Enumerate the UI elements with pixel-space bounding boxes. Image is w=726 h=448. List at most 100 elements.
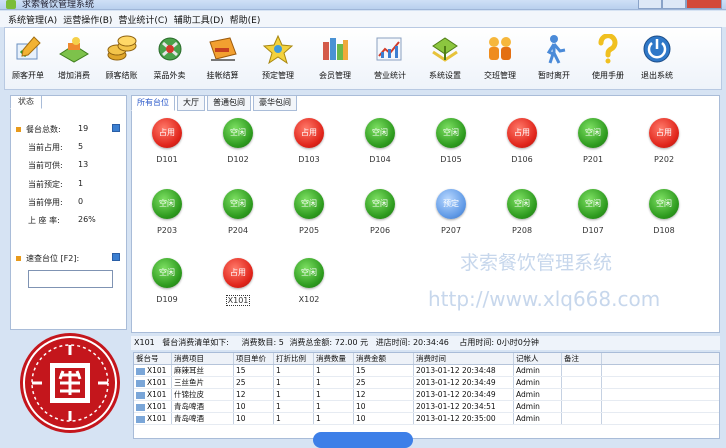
- table-p208[interactable]: 空闲 P208: [496, 189, 548, 236]
- tab-standard-room[interactable]: 普通包间: [207, 95, 251, 111]
- grid-header-cell[interactable]: 打折比例: [274, 353, 314, 364]
- table-p202[interactable]: 占用 P202: [638, 118, 690, 165]
- table-status-circle[interactable]: 占用: [649, 118, 679, 148]
- grid-header-cell[interactable]: 记帐人: [514, 353, 562, 364]
- table-status-circle[interactable]: 占用: [507, 118, 537, 148]
- menu-operations[interactable]: 运营操作(B): [63, 13, 112, 26]
- table-status-circle[interactable]: 占用: [223, 258, 253, 288]
- table-row[interactable]: X101 三丝鱼片 25 1 1 25 2013-01-12 20:34:49 Admin: [134, 377, 719, 389]
- close-button[interactable]: [686, 0, 722, 9]
- checkout-button[interactable]: 顾客结账: [99, 28, 144, 90]
- table-status-circle[interactable]: 空闲: [578, 189, 608, 219]
- table-status-circle[interactable]: 空闲: [223, 189, 253, 219]
- menu-system[interactable]: 系统管理(A): [8, 13, 57, 26]
- menu-statistics[interactable]: 营业统计(C): [118, 13, 167, 26]
- minimize-button[interactable]: [638, 0, 662, 9]
- table-x102[interactable]: 空闲 X102: [283, 258, 335, 305]
- table-name-label: P207: [440, 226, 462, 235]
- table-p205[interactable]: 空闲 P205: [283, 189, 335, 236]
- tab-hall[interactable]: 大厅: [177, 95, 205, 111]
- grid-cell-text: X101: [147, 402, 167, 411]
- row-icon: [136, 367, 145, 375]
- table-d102[interactable]: 空闲 D102: [212, 118, 264, 165]
- add-consumption-button[interactable]: 增加消费: [49, 28, 99, 90]
- grid-header-cell[interactable]: 消费时间: [414, 353, 514, 364]
- table-name-label: D101: [156, 155, 178, 164]
- table-status-circle[interactable]: 空闲: [507, 189, 537, 219]
- grid-header-cell[interactable]: 项目单价: [234, 353, 274, 364]
- seal-pattern-icon: [23, 336, 117, 430]
- table-d105[interactable]: 空闲 D105: [425, 118, 477, 165]
- table-d106[interactable]: 占用 D106: [496, 118, 548, 165]
- menu-help[interactable]: 帮助(E): [230, 13, 261, 26]
- credit-settle-button[interactable]: 挂帐结算: [195, 28, 250, 90]
- table-status-circle[interactable]: 空闲: [294, 258, 324, 288]
- table-status-circle[interactable]: 占用: [294, 118, 324, 148]
- search-input[interactable]: [28, 270, 113, 288]
- table-p206[interactable]: 空闲 P206: [354, 189, 406, 236]
- table-name-label: D104: [369, 155, 391, 164]
- maximize-button[interactable]: [662, 0, 686, 9]
- grid-header-cell[interactable]: 消费金额: [354, 353, 414, 364]
- table-status-circle[interactable]: 占用: [152, 118, 182, 148]
- table-status-circle[interactable]: 空闲: [436, 118, 466, 148]
- table-status-circle[interactable]: 空闲: [365, 189, 395, 219]
- grid-cell: 15: [234, 365, 274, 376]
- collapse-status-button[interactable]: [112, 124, 120, 132]
- table-d104[interactable]: 空闲 D104: [354, 118, 406, 165]
- tab-all-tables[interactable]: 所有台位: [131, 95, 175, 111]
- grid-cell: [562, 365, 602, 376]
- table-status-circle[interactable]: 空闲: [223, 118, 253, 148]
- settings-button[interactable]: 系统设置: [416, 28, 474, 90]
- table-x101[interactable]: 占用 X101: [212, 258, 264, 306]
- floating-button[interactable]: [313, 432, 413, 448]
- table-d108[interactable]: 空闲 D108: [638, 189, 690, 236]
- menu-tools[interactable]: 辅助工具(D): [174, 13, 224, 26]
- grid-cell: 12: [234, 389, 274, 400]
- table-status-circle[interactable]: 空闲: [578, 118, 608, 148]
- grid-cell: 10: [354, 413, 414, 424]
- table-p204[interactable]: 空闲 P204: [212, 189, 264, 236]
- manual-button[interactable]: 使用手册: [582, 28, 634, 90]
- table-p207[interactable]: 预定 P207: [425, 189, 477, 236]
- tab-luxury-room[interactable]: 豪华包间: [253, 95, 297, 111]
- table-row[interactable]: X101 青岛啤酒 10 1 1 10 2013-01-12 20:34:51 Admin: [134, 401, 719, 413]
- member-button[interactable]: 会员管理: [306, 28, 364, 90]
- table-d101[interactable]: 占用 D101: [141, 118, 193, 165]
- statistics-button[interactable]: 营业统计: [364, 28, 416, 90]
- takeout-button[interactable]: 菜品外卖: [144, 28, 195, 90]
- table-status-circle[interactable]: 预定: [436, 189, 466, 219]
- table-p201[interactable]: 空闲 P201: [567, 118, 619, 165]
- table-d107[interactable]: 空闲 D107: [567, 189, 619, 236]
- table-row[interactable]: X101 青岛啤酒 10 1 1 10 2013-01-12 20:35:00 Admin: [134, 413, 719, 425]
- table-d103[interactable]: 占用 D103: [283, 118, 335, 165]
- stat-rate-value: 26%: [78, 215, 96, 224]
- table-d109[interactable]: 空闲 D109: [141, 258, 193, 305]
- tab-status[interactable]: 状态: [10, 95, 42, 109]
- handover-button[interactable]: 交班管理: [474, 28, 526, 90]
- leave-button[interactable]: 暂时离开: [526, 28, 582, 90]
- table-status-circle[interactable]: 空闲: [294, 189, 324, 219]
- reservation-button[interactable]: 预定管理: [250, 28, 306, 90]
- table-row[interactable]: X101 什锦拉皮 12 1 1 12 2013-01-12 20:34:49 Admin: [134, 389, 719, 401]
- table-name-label: D108: [653, 226, 675, 235]
- grid-header-cell[interactable]: 消费数量: [314, 353, 354, 364]
- bell-icon: [262, 34, 294, 64]
- table-status-circle[interactable]: 空闲: [152, 258, 182, 288]
- grid-cell: 25: [354, 377, 414, 388]
- grid-cell: Admin: [514, 365, 562, 376]
- watermark-title: 求索餐饮管理系统: [460, 252, 613, 274]
- table-p203[interactable]: 空闲 P203: [141, 189, 193, 236]
- table-status-circle[interactable]: 空闲: [152, 189, 182, 219]
- exit-button[interactable]: 退出系统: [634, 28, 680, 90]
- table-name-label: P206: [369, 226, 391, 235]
- collapse-search-button[interactable]: [112, 253, 120, 261]
- table-status-circle[interactable]: 空闲: [365, 118, 395, 148]
- open-order-button[interactable]: 顾客开单: [7, 28, 49, 90]
- toolbar: 顾客开单 增加消费 顾客结账 菜品外卖 挂帐结算 预定管理 会员管理 营业统计 …: [4, 27, 722, 90]
- grid-header-cell[interactable]: 餐台号: [134, 353, 172, 364]
- table-row[interactable]: X101 麻辣耳丝 15 1 1 15 2013-01-12 20:34:48 Admin: [134, 365, 719, 377]
- grid-header-cell[interactable]: 备注: [562, 353, 602, 364]
- table-status-circle[interactable]: 空闲: [649, 189, 679, 219]
- grid-header-cell[interactable]: 消费项目: [172, 353, 234, 364]
